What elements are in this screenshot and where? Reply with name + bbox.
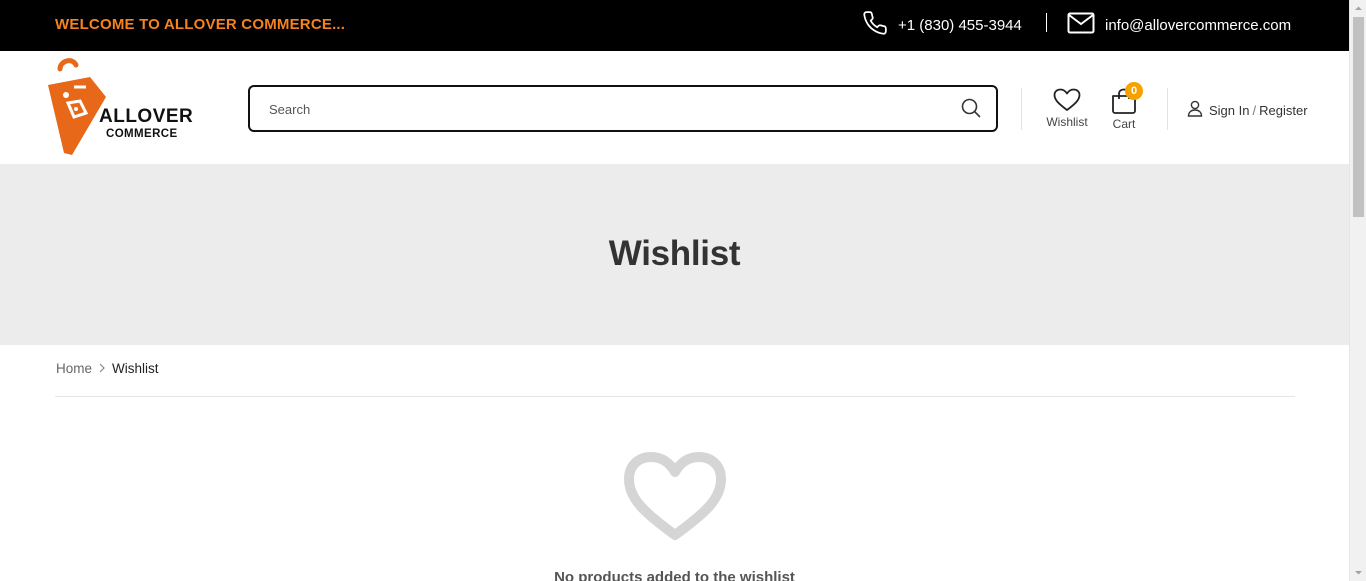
logo-text-secondary: COMMERCE <box>106 128 178 140</box>
top-bar-divider <box>1046 13 1047 32</box>
cart-label: Cart <box>1112 117 1136 131</box>
empty-wishlist-message: No products added to the wishlist <box>554 569 795 581</box>
email-address: info@allovercommerce.com <box>1105 16 1292 34</box>
page-scrollbar[interactable] <box>1349 0 1366 581</box>
cart-count-badge: 0 <box>1125 82 1143 100</box>
sign-in-link[interactable]: Sign In <box>1209 103 1249 118</box>
header-divider-right <box>1167 88 1168 130</box>
account-separator: / <box>1252 102 1257 118</box>
welcome-text: WELCOME TO ALLOVER COMMERCE... <box>55 16 346 33</box>
phone-number: +1 (830) 455-3944 <box>898 16 1022 34</box>
heart-icon <box>1044 88 1090 112</box>
breadcrumb-home-link[interactable]: Home <box>56 361 92 376</box>
chevron-right-icon <box>92 361 112 376</box>
scrollbar-thumb[interactable] <box>1353 17 1364 217</box>
search-icon[interactable] <box>960 97 982 119</box>
breadcrumb-current: Wishlist <box>112 361 159 376</box>
breadcrumb: Home Wishlist <box>56 361 159 376</box>
logo-text-primary: ALLOVER <box>99 106 194 127</box>
page-title: Wishlist <box>608 234 741 273</box>
header-divider-left <box>1021 88 1022 130</box>
breadcrumb-divider <box>55 396 1295 397</box>
shopping-bag-icon: 0 <box>1107 82 1143 114</box>
phone-contact[interactable]: +1 (830) 455-3944 <box>862 10 1022 41</box>
page-title-banner: Wishlist <box>0 164 1349 345</box>
search-input[interactable] <box>269 99 929 119</box>
wishlist-button[interactable]: Wishlist <box>1044 88 1090 129</box>
email-contact[interactable]: info@allovercommerce.com <box>1067 12 1291 38</box>
scroll-up-icon[interactable] <box>1350 0 1366 17</box>
main-header: ALLOVER COMMERCE Wishlist <box>0 51 1349 164</box>
page: WELCOME TO ALLOVER COMMERCE... +1 (830) … <box>0 0 1349 581</box>
cart-button[interactable]: 0 Cart <box>1107 82 1143 131</box>
mail-icon <box>1067 12 1095 39</box>
heart-outline-icon <box>623 451 727 543</box>
scroll-down-icon[interactable] <box>1350 564 1366 581</box>
register-link[interactable]: Register <box>1259 103 1307 118</box>
account-links: Sign In / Register <box>1187 100 1308 120</box>
top-bar: WELCOME TO ALLOVER COMMERCE... +1 (830) … <box>0 0 1349 51</box>
phone-icon <box>862 10 888 41</box>
search-bar <box>248 85 998 132</box>
wishlist-label: Wishlist <box>1046 115 1088 129</box>
user-icon <box>1187 100 1209 120</box>
